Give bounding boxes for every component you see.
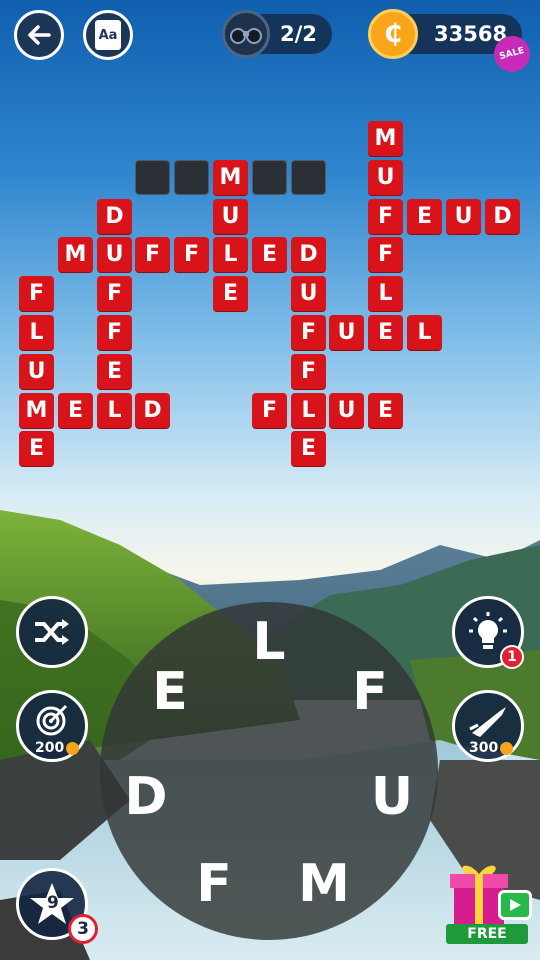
grid-cell-filled: F bbox=[19, 276, 54, 311]
grid-cell-filled: M bbox=[213, 160, 248, 195]
grid-cell-filled: E bbox=[407, 199, 442, 234]
wheel-letter[interactable]: L bbox=[239, 612, 299, 672]
grid-cell-filled: U bbox=[19, 354, 54, 389]
grid-cell-filled: L bbox=[213, 237, 248, 272]
grid-cell-filled: U bbox=[213, 199, 248, 234]
shuffle-button[interactable] bbox=[16, 596, 88, 668]
grid-cell-filled: F bbox=[252, 393, 287, 428]
grid-cell-filled: D bbox=[485, 199, 520, 234]
grid-cell-filled: L bbox=[407, 315, 442, 350]
wheel-letter[interactable]: E bbox=[140, 662, 200, 722]
shuffle-icon bbox=[35, 619, 69, 645]
grid-cell-filled: F bbox=[135, 237, 170, 272]
hint-badge: 1 bbox=[500, 645, 524, 669]
grid-cell-empty bbox=[174, 160, 209, 195]
star-count: 9 bbox=[47, 893, 59, 913]
wheel-letter[interactable]: F bbox=[340, 662, 400, 722]
grid-cell-filled: M bbox=[19, 393, 54, 428]
grid-cell-filled: U bbox=[329, 315, 364, 350]
grid-cell-filled: L bbox=[97, 393, 132, 428]
target-icon bbox=[36, 704, 68, 736]
grid-cell-filled: F bbox=[368, 199, 403, 234]
grid-cell-filled: F bbox=[368, 237, 403, 272]
grid-cell-filled: F bbox=[291, 354, 326, 389]
target-cost: 200 bbox=[35, 740, 80, 756]
grid-cell-empty bbox=[135, 160, 170, 195]
coin-icon bbox=[66, 741, 80, 755]
grid-cell-empty bbox=[291, 160, 326, 195]
grid-cell-filled: E bbox=[252, 237, 287, 272]
grid-cell-filled: E bbox=[58, 393, 93, 428]
grid-cell-filled: F bbox=[97, 276, 132, 311]
grid-cell-empty bbox=[252, 160, 287, 195]
grid-cell-filled: E bbox=[213, 276, 248, 311]
coin-icon bbox=[500, 741, 514, 755]
grid-cell-filled: E bbox=[291, 431, 326, 466]
grid-cell-filled: F bbox=[291, 315, 326, 350]
wheel-letter[interactable]: F bbox=[184, 854, 244, 914]
grid-cell-filled: F bbox=[97, 315, 132, 350]
rocket-button[interactable]: 300 bbox=[452, 690, 524, 762]
grid-cell-filled: U bbox=[329, 393, 364, 428]
free-gift-button[interactable]: FREE bbox=[446, 860, 532, 944]
letter-wheel[interactable]: L F U M F D E bbox=[100, 602, 438, 940]
grid-cell-filled: L bbox=[291, 393, 326, 428]
wheel-letter[interactable]: D bbox=[116, 767, 176, 827]
target-hint-button[interactable]: 200 bbox=[16, 690, 88, 762]
grid-cell-filled: E bbox=[368, 315, 403, 350]
free-label: FREE bbox=[446, 924, 528, 944]
wheel-letter[interactable]: M bbox=[294, 854, 354, 914]
grid-cell-filled: L bbox=[19, 315, 54, 350]
wheel-letter[interactable]: U bbox=[362, 767, 422, 827]
grid-cell-filled: E bbox=[368, 393, 403, 428]
grid-cell-filled: L bbox=[368, 276, 403, 311]
grid-cell-filled: E bbox=[97, 354, 132, 389]
grid-cell-filled: U bbox=[446, 199, 481, 234]
grid-cell-filled: D bbox=[291, 237, 326, 272]
grid-cell-filled: D bbox=[97, 199, 132, 234]
grid-cell-filled: D bbox=[135, 393, 170, 428]
grid-cell-filled: M bbox=[368, 121, 403, 156]
grid-cell-filled: M bbox=[58, 237, 93, 272]
rocket-icon bbox=[469, 707, 506, 737]
grid-cell-filled: E bbox=[19, 431, 54, 466]
grid-cell-filled: U bbox=[368, 160, 403, 195]
grid-cell-filled: F bbox=[174, 237, 209, 272]
rocket-cost: 300 bbox=[469, 740, 514, 756]
grid-cell-filled: U bbox=[291, 276, 326, 311]
grid-cell-filled: U bbox=[97, 237, 132, 272]
star-badge: 3 bbox=[68, 914, 98, 944]
video-icon bbox=[498, 890, 532, 920]
